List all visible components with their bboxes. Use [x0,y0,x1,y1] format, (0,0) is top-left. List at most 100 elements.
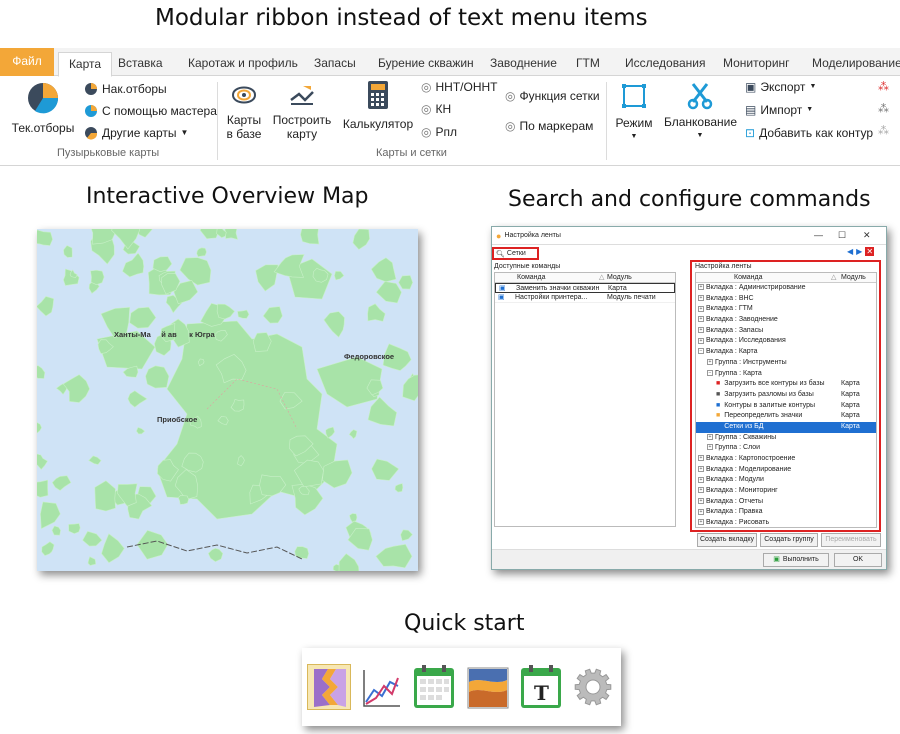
search-field[interactable]: 🔍︎ Сетки [492,247,539,260]
create-tab-button[interactable]: Создать вкладку [697,533,757,547]
collapse-icon[interactable]: − [707,369,713,376]
app-icon: ● [496,230,502,241]
tree-row[interactable]: + Вкладка : Исследования [696,336,876,347]
overview-map[interactable]: Ханты-Ма й ав к Югра Федоровское Приобск… [37,229,418,571]
ok-button[interactable]: OK [834,553,882,567]
minimize-button[interactable]: — [814,230,823,240]
tab-1[interactable]: Карта [58,52,112,77]
tree-row[interactable]: + Группа : Скважины [696,433,876,444]
contour-small-icon: ◎ [505,119,516,133]
tab-8[interactable]: Исследования [625,52,705,76]
expand-icon[interactable]: + [698,284,704,291]
run-button[interactable]: ▣ Выполнить [763,553,829,567]
tree-row[interactable]: ■ Загрузить разломы из базы Карта [696,390,876,401]
command-row[interactable]: ▣ Заменить значки скважин Карта [495,283,675,293]
expand-icon[interactable]: + [698,455,704,462]
other-maps-button[interactable]: Другие карты ▼ [84,125,188,141]
expand-icon[interactable]: + [707,444,713,451]
add-contour-button[interactable]: ⊡ Добавить как контур [745,125,873,141]
by-markers-button[interactable]: ◎ По маркерам [505,118,593,134]
maximize-button[interactable]: ☐ [838,230,846,241]
tab-4[interactable]: Запасы [314,52,356,76]
tree-row[interactable]: + Вкладка : Заводнение [696,315,876,326]
arrow-right-icon[interactable]: ▶ [856,247,862,256]
master-button[interactable]: С помощью мастера [84,103,217,119]
ribbon-tree[interactable]: Команда △ Модуль + Вкладка : Администриро… [695,272,877,528]
tab-7[interactable]: ГТМ [576,52,600,76]
collapse-icon[interactable]: − [698,348,704,355]
text-calendar-icon[interactable]: T [519,664,563,710]
expand-icon[interactable]: + [707,433,713,440]
tree-row[interactable]: + Вкладка : ВНС [696,294,876,305]
expand-icon[interactable]: + [698,508,704,515]
tree-row[interactable]: ■ Контуры в залитые контуры Карта [696,401,876,412]
close-button[interactable]: ✕ [863,230,871,241]
maps-in-db-button[interactable]: Карты в базе [222,80,266,141]
tab-3[interactable]: Каротаж и профиль [188,52,298,76]
expand-icon[interactable]: + [698,497,704,504]
tree-row[interactable]: + Вкладка : Моделирование [696,465,876,476]
delete-icon[interactable]: ✕ [865,247,875,256]
tree-row[interactable]: + Группа : Слои [696,443,876,454]
chevron-down-icon: ▼ [809,83,817,90]
grid-func-button[interactable]: ◎ Функция сетки [505,88,600,104]
tree-row[interactable]: ■ Переопределить значки Карта [696,411,876,422]
gear-icon[interactable] [571,664,615,710]
command-icon: ■ [716,422,721,430]
tree-row[interactable]: + Вкладка : Запасы [696,326,876,337]
expand-icon[interactable]: + [698,465,704,472]
tree-row[interactable]: + Вкладка : Администрирование [696,283,876,294]
expand-icon[interactable]: + [698,294,704,301]
export-button[interactable]: ▣ Экспорт ▼ [745,79,816,95]
quickstart-heading: Quick start [404,611,525,636]
create-group-button[interactable]: Создать группу [760,533,818,547]
expand-icon[interactable]: + [698,476,704,483]
tree-row[interactable]: + Вкладка : ГТМ [696,304,876,315]
tree-row[interactable]: + Вкладка : Правка [696,507,876,518]
calculator-button[interactable]: Калькулятор [342,80,414,131]
tree-row[interactable]: ■ Сетки из БД Карта [696,421,876,433]
blanking-button[interactable]: Бланкование ▼ [664,80,737,143]
expand-icon[interactable]: + [698,316,704,323]
chart-icon[interactable] [360,666,404,710]
expand-icon[interactable]: + [698,487,704,494]
tree-row[interactable]: − Вкладка : Карта [696,347,876,358]
nak-otbory-button[interactable]: Нак.отборы [84,81,167,97]
expand-icon[interactable]: + [707,358,713,365]
tek-otbory-button[interactable]: Тек.отборы [8,80,78,135]
tree-row[interactable]: + Вкладка : Мониторинг [696,486,876,497]
tree-row[interactable]: − Группа : Карта [696,369,876,380]
arrow-left-icon[interactable]: ◀ [847,247,853,256]
tree-row[interactable]: + Вкладка : Модули [696,475,876,486]
tab-10[interactable]: Моделирование [812,52,900,76]
map-pencil-icon [290,86,314,105]
command-row[interactable]: ▣ Настройки принтера... Модуль печати [495,293,675,303]
expand-icon[interactable]: + [698,337,704,344]
available-commands-list[interactable]: Команда △ Модуль ▣ Заменить значки скважи… [494,272,676,527]
map-canvas[interactable] [37,229,418,571]
nnt-button[interactable]: ◎ ННТ/ОННТ [421,79,497,95]
calendar-icon[interactable] [412,664,456,710]
import-button[interactable]: ▤ Импорт ▼ [745,102,813,118]
layers-icon[interactable] [307,664,351,710]
kn-button[interactable]: ◎ КН [421,101,451,117]
rpl-button[interactable]: ◎ Рпл [421,124,457,140]
build-map-button[interactable]: Построить карту [272,80,332,141]
expand-icon[interactable]: + [698,326,704,333]
tree-row[interactable]: + Вкладка : Картопостроение [696,454,876,465]
expand-icon[interactable]: + [698,305,704,312]
tree-row[interactable]: + Группа : Инструменты [696,358,876,369]
tab-9[interactable]: Мониторинг [723,52,790,76]
tab-0[interactable]: Файл [0,48,54,76]
tree-row[interactable]: + Вкладка : Отчеты [696,497,876,508]
list-header: Команда △ Модуль [495,273,675,283]
tab-5[interactable]: Бурение скважин [378,52,474,76]
tab-2[interactable]: Вставка [118,52,163,76]
tree-row[interactable]: + Вкладка : Рисовать [696,518,876,527]
expand-icon[interactable]: + [698,519,704,526]
tab-6[interactable]: Заводнение [490,52,557,76]
tree-row[interactable]: ■ Загрузить все контуры из базы Карта [696,379,876,390]
section-icon[interactable] [466,666,510,710]
rename-button[interactable]: Переименовать [821,533,881,547]
mode-button[interactable]: Режим ▼ [610,82,658,144]
